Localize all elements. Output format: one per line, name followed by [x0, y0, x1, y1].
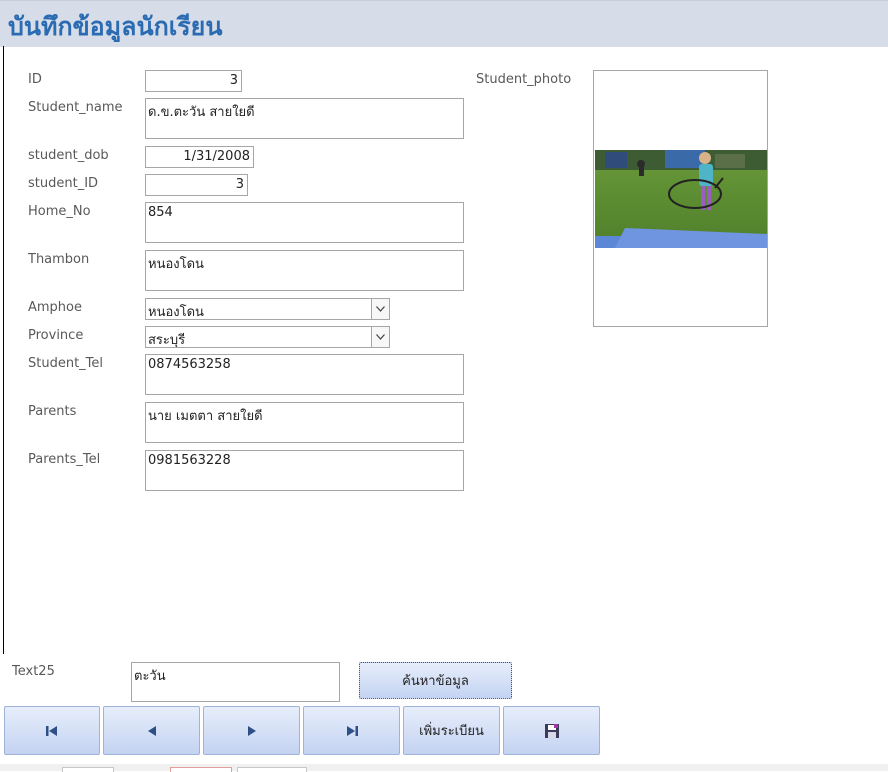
amphoe-label: Amphoe [28, 300, 82, 315]
parents-tel-label: Parents_Tel [28, 452, 101, 467]
student-dob-label: student_dob [28, 148, 109, 163]
previous-record-icon [147, 725, 156, 736]
student-name-field[interactable]: ด.ข.ตะวัน สายใยดี [145, 98, 464, 139]
bottom-tab [170, 767, 232, 772]
save-record-button[interactable] [503, 706, 600, 755]
home-no-label: Home_No [28, 204, 91, 219]
chevron-down-icon [376, 334, 385, 340]
student-dob-field[interactable]: 1/31/2008 [145, 146, 254, 168]
amphoe-dropdown-button[interactable] [371, 299, 389, 319]
amphoe-combo[interactable]: หนองโดน [145, 298, 390, 320]
search-button-label: ค้นหาข้อมูล [402, 674, 469, 689]
thambon-field[interactable]: หนองโดน [145, 250, 464, 291]
student-photo-label: Student_photo [476, 72, 572, 87]
add-record-button-label: เพิ่มระเบียน [419, 724, 484, 739]
bottom-status-strip [0, 764, 888, 772]
id-field[interactable]: 3 [145, 70, 242, 92]
last-record-icon [346, 725, 358, 736]
search-input[interactable]: ตะวัน [131, 662, 340, 702]
province-combo[interactable]: สระบุรี [145, 326, 390, 348]
chevron-down-icon [376, 306, 385, 312]
id-label: ID [28, 72, 42, 87]
save-icon [544, 723, 559, 738]
first-record-icon [46, 725, 57, 736]
parents-field[interactable]: นาย เมตตา สายใยดี [145, 402, 464, 443]
form-left-border [3, 46, 4, 654]
province-label: Province [28, 328, 84, 343]
province-dropdown-button[interactable] [371, 327, 389, 347]
bottom-tab [237, 767, 307, 772]
form-header: บันทึกข้อมูลนักเรียน [0, 0, 888, 47]
amphoe-value: หนองโดน [148, 305, 204, 320]
student-id-field[interactable]: 3 [145, 174, 248, 196]
student-photo [595, 150, 767, 248]
previous-record-button[interactable] [103, 706, 200, 755]
student-tel-label: Student_Tel [28, 356, 104, 371]
student-tel-field[interactable]: 0874563258 [145, 354, 464, 395]
last-record-button[interactable] [303, 706, 400, 755]
bottom-tab [62, 767, 114, 772]
search-label: Text25 [12, 664, 55, 679]
search-button[interactable]: ค้นหาข้อมูล [359, 662, 512, 699]
home-no-field[interactable]: 854 [145, 202, 464, 243]
next-record-button[interactable] [203, 706, 300, 755]
add-record-button[interactable]: เพิ่มระเบียน [403, 706, 500, 755]
parents-label: Parents [28, 404, 77, 419]
next-record-icon [247, 725, 256, 736]
thambon-label: Thambon [28, 252, 90, 267]
province-value: สระบุรี [148, 333, 186, 348]
student-photo-frame[interactable] [593, 70, 768, 327]
parents-tel-field[interactable]: 0981563228 [145, 450, 464, 491]
student-id-label: student_ID [28, 176, 99, 191]
student-name-label: Student_name [28, 100, 123, 115]
form-title: บันทึกข้อมูลนักเรียน [8, 12, 223, 41]
first-record-button[interactable] [4, 706, 100, 755]
